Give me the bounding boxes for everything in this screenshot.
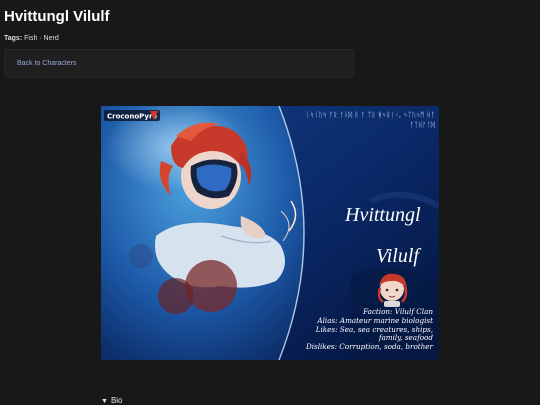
tags-value: Fish · Nerd (24, 35, 59, 42)
tags-line: Tags: Fish · Nerd (4, 35, 59, 42)
bio-label: Bio (110, 396, 123, 405)
back-to-characters-link[interactable]: Back to Characters (17, 60, 77, 67)
likes-text-line-2: family, seafood (378, 333, 434, 342)
logo-text: CroconoPyre (107, 113, 157, 121)
rune-line-2: ᚨᛏᚺᚨᛚᛞ (410, 121, 436, 129)
bio-toggle[interactable]: ▼ Bio (101, 396, 123, 405)
character-name-line-1: Hvittungl (344, 204, 421, 226)
character-artwork: CroconoPyre ᛁᛋᛁᚢᛋ ᚨᚱ ᚨᚾᛞ ᚱ ᚨ ᛏᚱ ᚻᛃᛒᛁᚲ, ᛃ… (101, 106, 439, 360)
expand-arrow-icon: ▼ (101, 398, 108, 405)
alias-text: Alias: Amateur marine biologist (316, 316, 433, 325)
nav-box: Back to Characters (4, 49, 354, 78)
tags-label: Tags: (4, 35, 23, 42)
character-name-line-2: Vilulf (376, 245, 421, 267)
logo-badge: CroconoPyre (104, 110, 160, 121)
rune-line-1: ᛁᛋᛁᚢᛋ ᚨᚱ ᚨᚾᛞ ᚱ ᚨ ᛏᚱ ᚻᛃᛒᛁᚲ, ᛃᛏᚢᛃᛗ ᚺᚨ (306, 111, 435, 119)
dislikes-text: Dislikes: Corruption, soda, brother (305, 342, 434, 351)
page-title: Hvittungl Vilulf (4, 8, 110, 25)
faction-text: Faction: Vilulf Clan (362, 307, 433, 316)
